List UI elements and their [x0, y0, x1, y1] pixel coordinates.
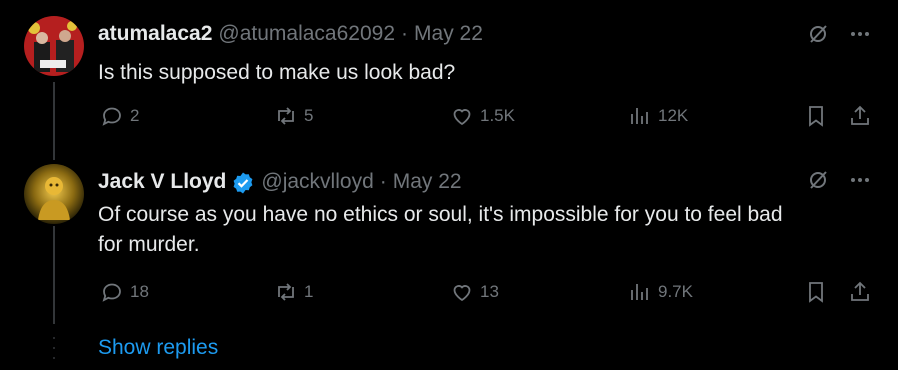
avatar-atumalaca2[interactable] — [24, 16, 84, 76]
bookmark-button[interactable] — [804, 100, 828, 132]
views-icon — [631, 284, 648, 300]
like-count: 1.5K — [480, 106, 515, 125]
grok-icon[interactable] — [806, 22, 830, 46]
like-button[interactable]: 1.5K — [450, 100, 515, 132]
share-button[interactable] — [848, 276, 872, 308]
more-icon[interactable] — [848, 168, 872, 192]
views-icon — [631, 108, 648, 124]
retweet-icon — [278, 107, 294, 125]
reply-icon — [102, 283, 121, 302]
tweet-text: Of course as you have no ethics or soul,… — [98, 200, 868, 260]
retweet-icon — [278, 283, 294, 301]
share-icon — [851, 105, 869, 125]
like-icon — [453, 109, 471, 126]
thread-line — [53, 226, 55, 324]
view-count: 9.7K — [658, 282, 693, 301]
reply-button[interactable]: 18 — [100, 276, 149, 308]
more-icon[interactable] — [848, 22, 872, 46]
bookmark-button[interactable] — [804, 276, 828, 308]
author-handle[interactable]: @jackvlloyd — [261, 170, 373, 194]
share-button[interactable] — [848, 100, 872, 132]
tweet-actions: 2 5 1.5K 12K — [98, 100, 878, 132]
like-icon — [453, 285, 471, 302]
tweet-date[interactable]: May 22 — [393, 170, 462, 194]
thread-line — [53, 82, 55, 160]
author-name[interactable]: atumalaca2 — [98, 22, 212, 46]
grok-icon[interactable] — [806, 168, 830, 192]
retweet-button[interactable]: 5 — [274, 100, 313, 132]
retweet-count: 5 — [304, 106, 314, 125]
tweet-text-line: for murder. — [98, 233, 200, 256]
views-button[interactable]: 9.7K — [628, 276, 693, 308]
retweet-count: 1 — [304, 282, 314, 301]
reply-icon — [102, 107, 121, 126]
reply-count: 18 — [130, 282, 149, 301]
verified-badge-icon[interactable] — [231, 171, 255, 195]
share-icon — [851, 281, 869, 301]
separator: · — [379, 170, 387, 193]
show-replies-link[interactable]: Show replies — [98, 336, 218, 360]
author-name[interactable]: Jack V Lloyd — [98, 170, 226, 194]
tweet-top-icons — [806, 22, 872, 46]
tweet-date[interactable]: May 22 — [414, 22, 483, 46]
reply-button[interactable]: 2 — [100, 100, 139, 132]
bookmark-icon — [809, 282, 823, 303]
author-handle[interactable]: @atumalaca62092 — [218, 22, 395, 46]
bookmark-icon — [809, 106, 823, 127]
thread-dots — [53, 337, 55, 359]
separator: · — [401, 22, 409, 45]
like-button[interactable]: 13 — [450, 276, 499, 308]
avatar-jackvlloyd[interactable] — [24, 164, 84, 224]
tweet-actions: 18 1 13 9.7K — [98, 276, 878, 308]
view-count: 12K — [658, 106, 689, 125]
like-count: 13 — [480, 282, 499, 301]
tweet-header: Jack V Lloyd @jackvlloyd · May 22 — [98, 170, 462, 194]
tweet-text-line: Of course as you have no ethics or soul,… — [98, 203, 783, 226]
tweet-text: Is this supposed to make us look bad? — [98, 61, 456, 84]
reply-count: 2 — [130, 106, 140, 125]
views-button[interactable]: 12K — [628, 100, 688, 132]
tweet-header: atumalaca2 @atumalaca62092 · May 22 — [98, 22, 483, 46]
tweet-top-icons — [806, 168, 872, 192]
retweet-button[interactable]: 1 — [274, 276, 313, 308]
